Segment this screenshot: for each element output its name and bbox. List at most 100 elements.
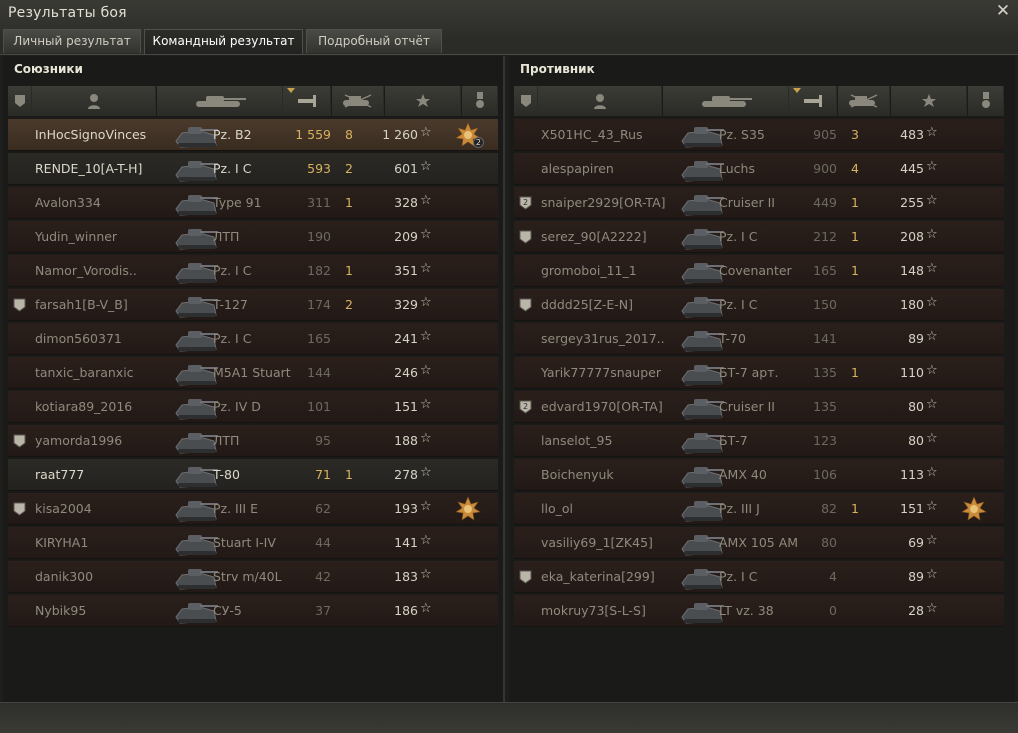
- player-row[interactable]: mokruy73[S-L-S] LT vz. 38 0 28 ☆: [514, 595, 1004, 627]
- vehicle-name: Stuart I-IV: [213, 535, 276, 550]
- player-row[interactable]: lanselot_95 БТ-7 123 80 ☆: [514, 425, 1004, 457]
- player-row[interactable]: eka_katerina[299] Pz. I C 4 89 ☆: [514, 561, 1004, 593]
- player-row[interactable]: raat777 T-80 71 1 278 ☆: [8, 459, 498, 491]
- xp-value: 483: [900, 127, 924, 142]
- enemies-header-player-icon[interactable]: [538, 86, 662, 116]
- medal-icon[interactable]: [961, 496, 987, 522]
- close-icon[interactable]: ✕: [994, 2, 1012, 20]
- player-name[interactable]: farsah1[B-V_B]: [35, 297, 128, 312]
- player-name[interactable]: tanxic_baranxic: [35, 365, 134, 380]
- vehicle-name: Pz. I C: [719, 569, 758, 584]
- player-name[interactable]: Avalon334: [35, 195, 101, 210]
- player-name[interactable]: danik300: [35, 569, 93, 584]
- vehicle-name: LT vz. 38: [719, 603, 774, 618]
- xp-value: 188: [394, 433, 418, 448]
- player-name[interactable]: kotiara89_2016: [35, 399, 132, 414]
- player-row[interactable]: Boichenyuk AMX 40 106 113 ☆: [514, 459, 1004, 491]
- player-name[interactable]: serez_90[A2222]: [541, 229, 647, 244]
- player-row[interactable]: farsah1[B-V_B] T-127 174 2 329 ☆: [8, 289, 498, 321]
- allies-header-platoon-icon[interactable]: [8, 86, 32, 116]
- player-name[interactable]: KIRYHA1: [35, 535, 88, 550]
- player-row[interactable]: kisa2004 Pz. III E 62 193 ☆: [8, 493, 498, 525]
- player-name[interactable]: Yudin_winner: [35, 229, 117, 244]
- player-name[interactable]: X501HC_43_Rus: [541, 127, 643, 142]
- player-row[interactable]: sergey31rus_2017.. T-70 141 89 ☆: [514, 323, 1004, 355]
- player-name[interactable]: Boichenyuk: [541, 467, 614, 482]
- enemies-header-medal-column-icon[interactable]: [968, 86, 1004, 116]
- tab-team-result[interactable]: Командный результат: [144, 29, 303, 54]
- player-name[interactable]: Yarik77777snauper: [541, 365, 661, 380]
- tab-personal-result[interactable]: Личный результат: [3, 29, 141, 53]
- player-row[interactable]: tanxic_baranxic M5A1 Stuart 144 246 ☆: [8, 357, 498, 389]
- player-row[interactable]: dimon560371 Pz. I C 165 241 ☆: [8, 323, 498, 355]
- player-row[interactable]: yamorda1996 ЛТП 95 188 ☆: [8, 425, 498, 457]
- platoon-icon: [13, 94, 27, 108]
- damage-value: 311: [307, 195, 331, 210]
- player-row[interactable]: llo_ol Pz. III J 82 1 151 ☆: [514, 493, 1004, 525]
- player-row[interactable]: alespapiren Luchs 900 4 445 ☆: [514, 153, 1004, 185]
- player-row[interactable]: vasiliy69_1[ZK45] AMX 105 AM 80 69 ☆: [514, 527, 1004, 559]
- player-row[interactable]: gromoboi_11_1 Covenanter 165 1 148 ☆: [514, 255, 1004, 287]
- player-row[interactable]: 2 edvard1970[OR-TA] Cruiser II 135 80 ☆: [514, 391, 1004, 423]
- medal-icon[interactable]: [455, 496, 481, 522]
- player-row[interactable]: danik300 Strv m/40L 42 183 ☆: [8, 561, 498, 593]
- player-name[interactable]: Nybik95: [35, 603, 86, 618]
- allies-header-xp-star-icon[interactable]: [385, 86, 461, 116]
- player-row[interactable]: kotiara89_2016 Pz. IV D 101 151 ☆: [8, 391, 498, 423]
- enemies-header-damage-icon[interactable]: [789, 86, 837, 116]
- player-row[interactable]: InHocSignoVinces Pz. B2 1 559 8 1 260 ☆ 2: [8, 119, 498, 151]
- player-row[interactable]: Avalon334 Type 91 311 1 328 ☆: [8, 187, 498, 219]
- allies-header-medal-column-icon[interactable]: [462, 86, 498, 116]
- player-name[interactable]: sergey31rus_2017..: [541, 331, 665, 346]
- player-name[interactable]: gromoboi_11_1: [541, 263, 637, 278]
- vehicle-name: T-80: [213, 467, 240, 482]
- player-name[interactable]: eka_katerina[299]: [541, 569, 655, 584]
- player-name[interactable]: alespapiren: [541, 161, 614, 176]
- platoon-icon: 2: [519, 196, 532, 210]
- player-name[interactable]: vasiliy69_1[ZK45]: [541, 535, 653, 550]
- player-name[interactable]: kisa2004: [35, 501, 92, 516]
- player-name[interactable]: yamorda1996: [35, 433, 122, 448]
- damage-value: 0: [829, 603, 837, 618]
- player-name[interactable]: Namor_Vorodis..: [35, 263, 137, 278]
- enemies-header-platoon-icon[interactable]: [514, 86, 538, 116]
- player-row[interactable]: dddd25[Z-E-N] Pz. I C 150 180 ☆: [514, 289, 1004, 321]
- player-row[interactable]: X501HC_43_Rus Pz. S35 905 3 483 ☆: [514, 119, 1004, 151]
- player-icon: [87, 93, 101, 109]
- player-name[interactable]: llo_ol: [541, 501, 573, 516]
- player-name[interactable]: raat777: [35, 467, 84, 482]
- player-row[interactable]: Nybik95 СУ-5 37 186 ☆: [8, 595, 498, 627]
- allies-header-kills-icon[interactable]: [332, 86, 384, 116]
- damage-value: 95: [315, 433, 331, 448]
- player-row[interactable]: 2 snaiper2929[OR-TA] Cruiser II 449 1 255 ☆: [514, 187, 1004, 219]
- svg-text:2: 2: [523, 402, 528, 411]
- player-row[interactable]: RENDE_10[A-T-H] Pz. I C 593 2 601 ☆: [8, 153, 498, 185]
- medal-column-icon: [980, 92, 992, 110]
- enemies-header-tank-icon[interactable]: [663, 86, 789, 116]
- player-name[interactable]: snaiper2929[OR-TA]: [541, 195, 666, 210]
- xp-value: 246: [394, 365, 418, 380]
- player-name[interactable]: dimon560371: [35, 331, 122, 346]
- enemies-header-xp-star-icon[interactable]: [891, 86, 967, 116]
- player-name[interactable]: RENDE_10[A-T-H]: [35, 161, 142, 176]
- player-row[interactable]: Yarik77777snauper БТ-7 арт. 135 1 110 ☆: [514, 357, 1004, 389]
- xp-star-icon: [921, 93, 937, 109]
- allies-header-damage-icon[interactable]: [283, 86, 331, 116]
- player-name[interactable]: mokruy73[S-L-S]: [541, 603, 646, 618]
- player-name[interactable]: dddd25[Z-E-N]: [541, 297, 633, 312]
- player-name[interactable]: edvard1970[OR-TA]: [541, 399, 663, 414]
- player-name[interactable]: lanselot_95: [541, 433, 612, 448]
- tab-detailed-report[interactable]: Подробный отчёт: [306, 29, 442, 53]
- allies-header-player-icon[interactable]: [32, 86, 156, 116]
- allies-header-tank-icon[interactable]: [157, 86, 283, 116]
- player-row[interactable]: KIRYHA1 Stuart I-IV 44 141 ☆: [8, 527, 498, 559]
- player-row[interactable]: Namor_Vorodis.. Pz. I C 182 1 351 ☆: [8, 255, 498, 287]
- player-row[interactable]: Yudin_winner ЛТП 190 209 ☆: [8, 221, 498, 253]
- player-name[interactable]: InHocSignoVinces: [35, 127, 146, 142]
- medal-icon[interactable]: 2: [455, 122, 484, 148]
- enemies-header-kills-icon[interactable]: [838, 86, 890, 116]
- vehicle-name: T-70: [719, 331, 746, 346]
- vehicle-name: БТ-7: [719, 433, 748, 448]
- title-bar: Результаты боя ✕: [0, 0, 1018, 28]
- player-row[interactable]: serez_90[A2222] Pz. I C 212 1 208 ☆: [514, 221, 1004, 253]
